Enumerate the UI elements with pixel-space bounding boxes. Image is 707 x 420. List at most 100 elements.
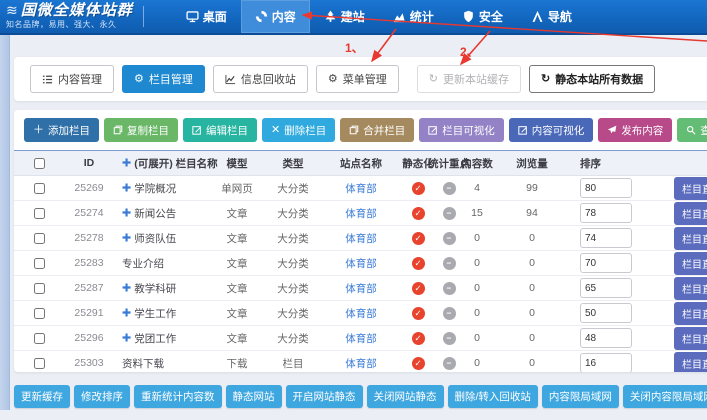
row-column-direct-button[interactable]: 栏目直达 [674,252,707,275]
expand-plus-icon[interactable]: ✚ [122,331,131,344]
select-all-checkbox[interactable] [34,158,45,169]
nav-item-导航[interactable]: 导航 [517,0,586,33]
stat-focus-disabled-icon[interactable]: − [443,332,456,345]
toolbar-tab-内容管理[interactable]: 内容管理 [30,65,114,93]
column-name-text[interactable]: 学院概况 [134,181,176,196]
batch-button-开启网站静态[interactable]: 开启网站静态 [286,385,363,408]
sort-input[interactable] [580,228,632,248]
screen: ≋ 国微全媒体站群 知名品牌，易用、强大、永久 桌面内容建站统计安全导航 内容管… [0,0,707,420]
views-count: 94 [492,207,572,219]
row-column-direct-button[interactable]: 栏目直达 [674,227,707,250]
expand-plus-icon[interactable]: ✚ [122,231,131,244]
toolbar-utilities: ↻更新本站缓存 ↻静态本站所有数据 [407,65,655,93]
row-column-direct-button[interactable]: 栏目直达 [674,327,707,350]
column-name-text[interactable]: 资料下载 [122,356,164,371]
batch-button-静态网站[interactable]: 静态网站 [226,385,282,408]
batch-button-重新统计内容数[interactable]: 重新统计内容数 [134,385,222,408]
row-column-direct-button[interactable]: 栏目直达 [674,177,707,200]
static-enabled-icon[interactable]: ✓ [412,357,425,370]
nav-item-安全[interactable]: 安全 [448,0,517,33]
expand-plus-icon[interactable]: ✚ [122,206,131,219]
nav-item-建站[interactable]: 建站 [310,0,379,33]
stat-focus-disabled-icon[interactable]: − [443,232,456,245]
site-link[interactable]: 体育部 [345,356,377,371]
sort-input[interactable] [580,353,632,372]
sort-input[interactable] [580,253,632,273]
action-button-删除栏目[interactable]: ✕删除栏目 [262,118,335,142]
stat-focus-disabled-icon[interactable]: − [443,257,456,270]
column-name: ✚新闻公告 [114,206,210,221]
static-enabled-icon[interactable]: ✓ [412,332,425,345]
sort-input[interactable] [580,278,632,298]
column-name: ✚学生工作 [114,306,210,321]
static-enabled-icon[interactable]: ✓ [412,257,425,270]
expand-plus-icon[interactable]: ✚ [122,181,131,194]
column-name-text[interactable]: 新闻公告 [134,206,176,221]
row-checkbox[interactable] [34,183,45,194]
batch-button-内容限局域网[interactable]: 内容限局域网 [542,385,619,408]
batch-button-修改排序[interactable]: 修改排序 [74,385,130,408]
site-link[interactable]: 体育部 [345,206,377,221]
static-enabled-icon[interactable]: ✓ [412,207,425,220]
action-button-编辑栏目[interactable]: 编辑栏目 [183,118,257,142]
column-name-text[interactable]: 党团工作 [134,331,176,346]
nav-item-统计[interactable]: 统计 [379,0,448,33]
row-checkbox[interactable] [34,358,45,369]
row-column-direct-button[interactable]: 栏目直达 [674,302,707,325]
row-checkbox[interactable] [34,333,45,344]
sort-input[interactable] [580,178,632,198]
action-button-内容可视化[interactable]: 内容可视化 [509,118,594,142]
toolbar-button-更新本站缓存[interactable]: ↻更新本站缓存 [417,65,521,93]
row-checkbox[interactable] [34,233,45,244]
action-button-合并栏目[interactable]: 合并栏目 [340,118,414,142]
action-button-查看动态[interactable]: 查看动态 [677,118,707,142]
stat-focus-disabled-icon[interactable]: − [443,207,456,220]
sort-input[interactable] [580,328,632,348]
sort-input[interactable] [580,203,632,223]
batch-button-删除/转入回收站[interactable]: 删除/转入回收站 [448,385,538,408]
action-button-复制栏目[interactable]: 复制栏目 [104,118,178,142]
site-link[interactable]: 体育部 [345,306,377,321]
static-enabled-icon[interactable]: ✓ [412,307,425,320]
static-enabled-icon[interactable]: ✓ [412,232,425,245]
site-link[interactable]: 体育部 [345,256,377,271]
batch-button-关闭网站静态[interactable]: 关闭网站静态 [367,385,444,408]
stat-focus-disabled-icon[interactable]: − [443,182,456,195]
site-link[interactable]: 体育部 [345,281,377,296]
row-checkbox[interactable] [34,283,45,294]
stat-focus-disabled-icon[interactable]: − [443,282,456,295]
edit-icon [518,125,528,135]
action-button-栏目可视化[interactable]: 栏目可视化 [419,118,504,142]
toolbar-tab-信息回收站[interactable]: 信息回收站 [213,65,308,93]
toolbar-tab-菜单管理[interactable]: ⚙菜单管理 [316,65,399,93]
action-button-添加栏目[interactable]: ＋添加栏目 [24,118,99,142]
batch-button-关闭内容限局域网[interactable]: 关闭内容限局域网 [623,385,707,408]
column-name-text[interactable]: 学生工作 [134,306,176,321]
column-name-text[interactable]: 师资队伍 [134,231,176,246]
row-checkbox[interactable] [34,208,45,219]
site-link[interactable]: 体育部 [345,231,377,246]
nav-item-桌面[interactable]: 桌面 [172,0,241,33]
expand-plus-icon[interactable]: ✚ [122,281,131,294]
row-column-direct-button[interactable]: 栏目直达 [674,202,707,225]
static-enabled-icon[interactable]: ✓ [412,282,425,295]
sort-input[interactable] [580,303,632,323]
row-checkbox[interactable] [34,308,45,319]
toolbar-button-静态本站所有数据[interactable]: ↻静态本站所有数据 [529,65,655,93]
toolbar-tab-栏目管理[interactable]: ⚙栏目管理 [122,65,205,93]
site-link[interactable]: 体育部 [345,181,377,196]
site-link[interactable]: 体育部 [345,331,377,346]
row-column-direct-button[interactable]: 栏目直达 [674,277,707,300]
action-button-发布内容[interactable]: 发布内容 [598,118,672,142]
column-name-text[interactable]: 专业介绍 [122,256,164,271]
batch-button-更新缓存[interactable]: 更新缓存 [14,385,70,408]
nav-item-内容[interactable]: 内容 [241,0,310,33]
row-column-direct-button[interactable]: 栏目直达 [674,352,707,373]
column-name-text[interactable]: 教学科研 [134,281,176,296]
static-enabled-icon[interactable]: ✓ [412,182,425,195]
stat-focus-disabled-icon[interactable]: − [443,307,456,320]
row-checkbox[interactable] [34,258,45,269]
stat-focus-disabled-icon[interactable]: − [443,357,456,370]
collapsed-sidebar-strip[interactable] [0,35,10,410]
expand-plus-icon[interactable]: ✚ [122,306,131,319]
